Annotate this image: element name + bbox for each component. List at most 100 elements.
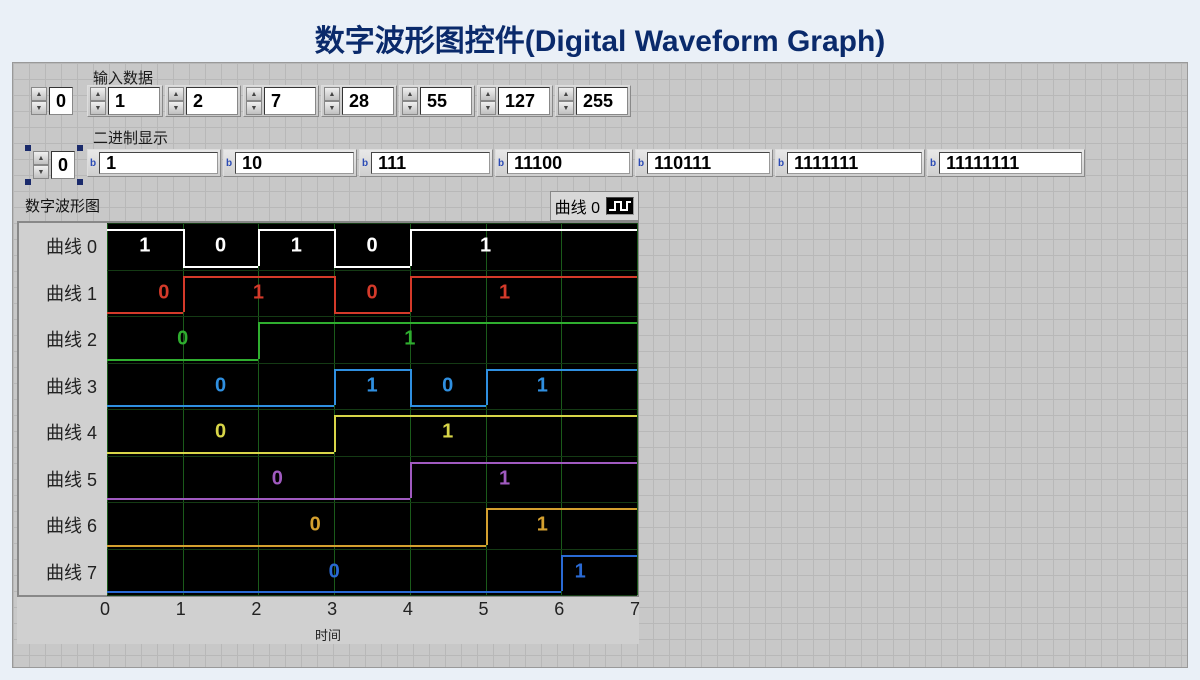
x-tick: 7 [630, 599, 640, 620]
spinner-down-icon[interactable]: ▼ [558, 101, 574, 115]
spinner-up-icon[interactable]: ▲ [90, 87, 106, 101]
legend-label: 曲线 0 [555, 194, 600, 218]
binary-cell[interactable]: b10 [223, 149, 357, 177]
array-cell[interactable]: ▲▼ 127 [477, 85, 553, 117]
binary-cell[interactable]: b1 [87, 149, 221, 177]
array-value[interactable]: 255 [576, 87, 628, 115]
binary-value: 1 [99, 152, 218, 174]
y-label: 曲线 0 [19, 223, 107, 270]
waveform-value: 0 [158, 281, 169, 304]
waveform-value: 1 [253, 281, 264, 304]
waveform-value: 1 [499, 281, 510, 304]
binary-cell[interactable]: b110111 [635, 149, 773, 177]
spinner-down-icon[interactable]: ▼ [168, 101, 184, 115]
input-index-control[interactable]: ▲ ▼ 0 [31, 87, 73, 115]
waveform-value: 0 [366, 281, 377, 304]
array-cell[interactable]: ▲▼ 28 [321, 85, 397, 117]
digital-waveform-graph[interactable]: 曲线 0 曲线 0 曲线 1 曲线 2 曲线 3 曲线 4 曲线 5 曲线 6 … [17, 191, 639, 644]
selection-handle-icon [77, 179, 83, 185]
plot-legend[interactable]: 曲线 0 [550, 191, 639, 221]
waveform-value: 1 [291, 235, 302, 258]
binary-tag-icon: b [498, 158, 504, 169]
array-cell[interactable]: ▲▼ 7 [243, 85, 319, 117]
array-cell[interactable]: ▲▼ 1 [87, 85, 163, 117]
spinner-down-icon[interactable]: ▼ [402, 101, 418, 115]
y-label: 曲线 2 [19, 316, 107, 363]
selection-handle-icon [25, 179, 31, 185]
waveform-value: 0 [366, 235, 377, 258]
spinner-up-icon[interactable]: ▲ [480, 87, 496, 101]
array-value[interactable]: 2 [186, 87, 238, 115]
binary-tag-icon: b [226, 158, 232, 169]
waveform-value: 1 [139, 235, 150, 258]
selection-handle-icon [77, 145, 83, 151]
spinner-up-icon[interactable]: ▲ [33, 151, 49, 165]
binary-tag-icon: b [778, 158, 784, 169]
binary-value: 10 [235, 152, 354, 174]
x-tick: 3 [327, 599, 337, 620]
input-index-value[interactable]: 0 [49, 87, 73, 115]
binary-index-value[interactable]: 0 [51, 151, 75, 179]
waveform-value: 1 [499, 467, 510, 490]
waveform-value: 0 [272, 467, 283, 490]
binary-array: b1 b10 b111 b11100 b110111 b1111111 b111… [87, 149, 1085, 177]
binary-tag-icon: b [90, 158, 96, 169]
x-axis: 01234567 [17, 597, 639, 625]
x-tick: 1 [176, 599, 186, 620]
waveform-value: 0 [310, 514, 321, 537]
binary-cell[interactable]: b11111111 [927, 149, 1085, 177]
waveform-value: 0 [329, 560, 340, 583]
array-value[interactable]: 28 [342, 87, 394, 115]
spinner-up-icon[interactable]: ▲ [324, 87, 340, 101]
array-value[interactable]: 7 [264, 87, 316, 115]
array-value[interactable]: 127 [498, 87, 550, 115]
x-tick: 6 [554, 599, 564, 620]
binary-tag-icon: b [638, 158, 644, 169]
spinner-down-icon[interactable]: ▼ [90, 101, 106, 115]
waveform-value: 0 [442, 374, 453, 397]
page-title: 数字波形图控件(Digital Waveform Graph) [0, 0, 1200, 70]
spinner-down-icon[interactable]: ▼ [31, 101, 47, 115]
spinner-up-icon[interactable]: ▲ [168, 87, 184, 101]
binary-cell[interactable]: b111 [359, 149, 493, 177]
y-label: 曲线 6 [19, 502, 107, 549]
binary-value: 11100 [507, 152, 630, 174]
binary-value: 11111111 [939, 152, 1082, 174]
x-tick: 0 [100, 599, 110, 620]
spinner-up-icon[interactable]: ▲ [31, 87, 47, 101]
spinner-up-icon[interactable]: ▲ [246, 87, 262, 101]
waveform-value: 1 [537, 514, 548, 537]
array-cell[interactable]: ▲▼ 55 [399, 85, 475, 117]
binary-index-control[interactable]: ▲▼ 0 [27, 147, 81, 183]
waveform-value: 1 [442, 421, 453, 444]
spinner-up-icon[interactable]: ▲ [402, 87, 418, 101]
spinner-down-icon[interactable]: ▼ [324, 101, 340, 115]
binary-tag-icon: b [930, 158, 936, 169]
binary-cell[interactable]: b11100 [495, 149, 633, 177]
waveform-value: 0 [215, 235, 226, 258]
array-cell[interactable]: ▲▼ 2 [165, 85, 241, 117]
waveform-value: 0 [177, 328, 188, 351]
array-value[interactable]: 55 [420, 87, 472, 115]
selection-handle-icon [25, 145, 31, 151]
waveform-icon [606, 197, 634, 215]
y-label: 曲线 5 [19, 456, 107, 503]
binary-value: 111 [371, 152, 490, 174]
spinner-down-icon[interactable]: ▼ [246, 101, 262, 115]
spinner-down-icon[interactable]: ▼ [33, 165, 49, 179]
y-axis-labels: 曲线 0 曲线 1 曲线 2 曲线 3 曲线 4 曲线 5 曲线 6 曲线 7 [19, 223, 107, 595]
binary-value: 110111 [647, 152, 770, 174]
input-array: ▲▼ 1 ▲▼ 2 ▲▼ 7 ▲▼ 28 ▲▼ 55 ▲▼ 127 ▲▼ 255 [87, 85, 631, 117]
waveform-value: 1 [537, 374, 548, 397]
spinner-down-icon[interactable]: ▼ [480, 101, 496, 115]
waveform-value: 1 [480, 235, 491, 258]
waveform-value: 0 [215, 374, 226, 397]
binary-tag-icon: b [362, 158, 368, 169]
array-value[interactable]: 1 [108, 87, 160, 115]
spinner-up-icon[interactable]: ▲ [558, 87, 574, 101]
array-cell[interactable]: ▲▼ 255 [555, 85, 631, 117]
plot-area[interactable]: 10101010101010101010101 [107, 223, 637, 595]
waveform-value: 0 [215, 421, 226, 444]
x-tick: 2 [251, 599, 261, 620]
binary-cell[interactable]: b1111111 [775, 149, 925, 177]
